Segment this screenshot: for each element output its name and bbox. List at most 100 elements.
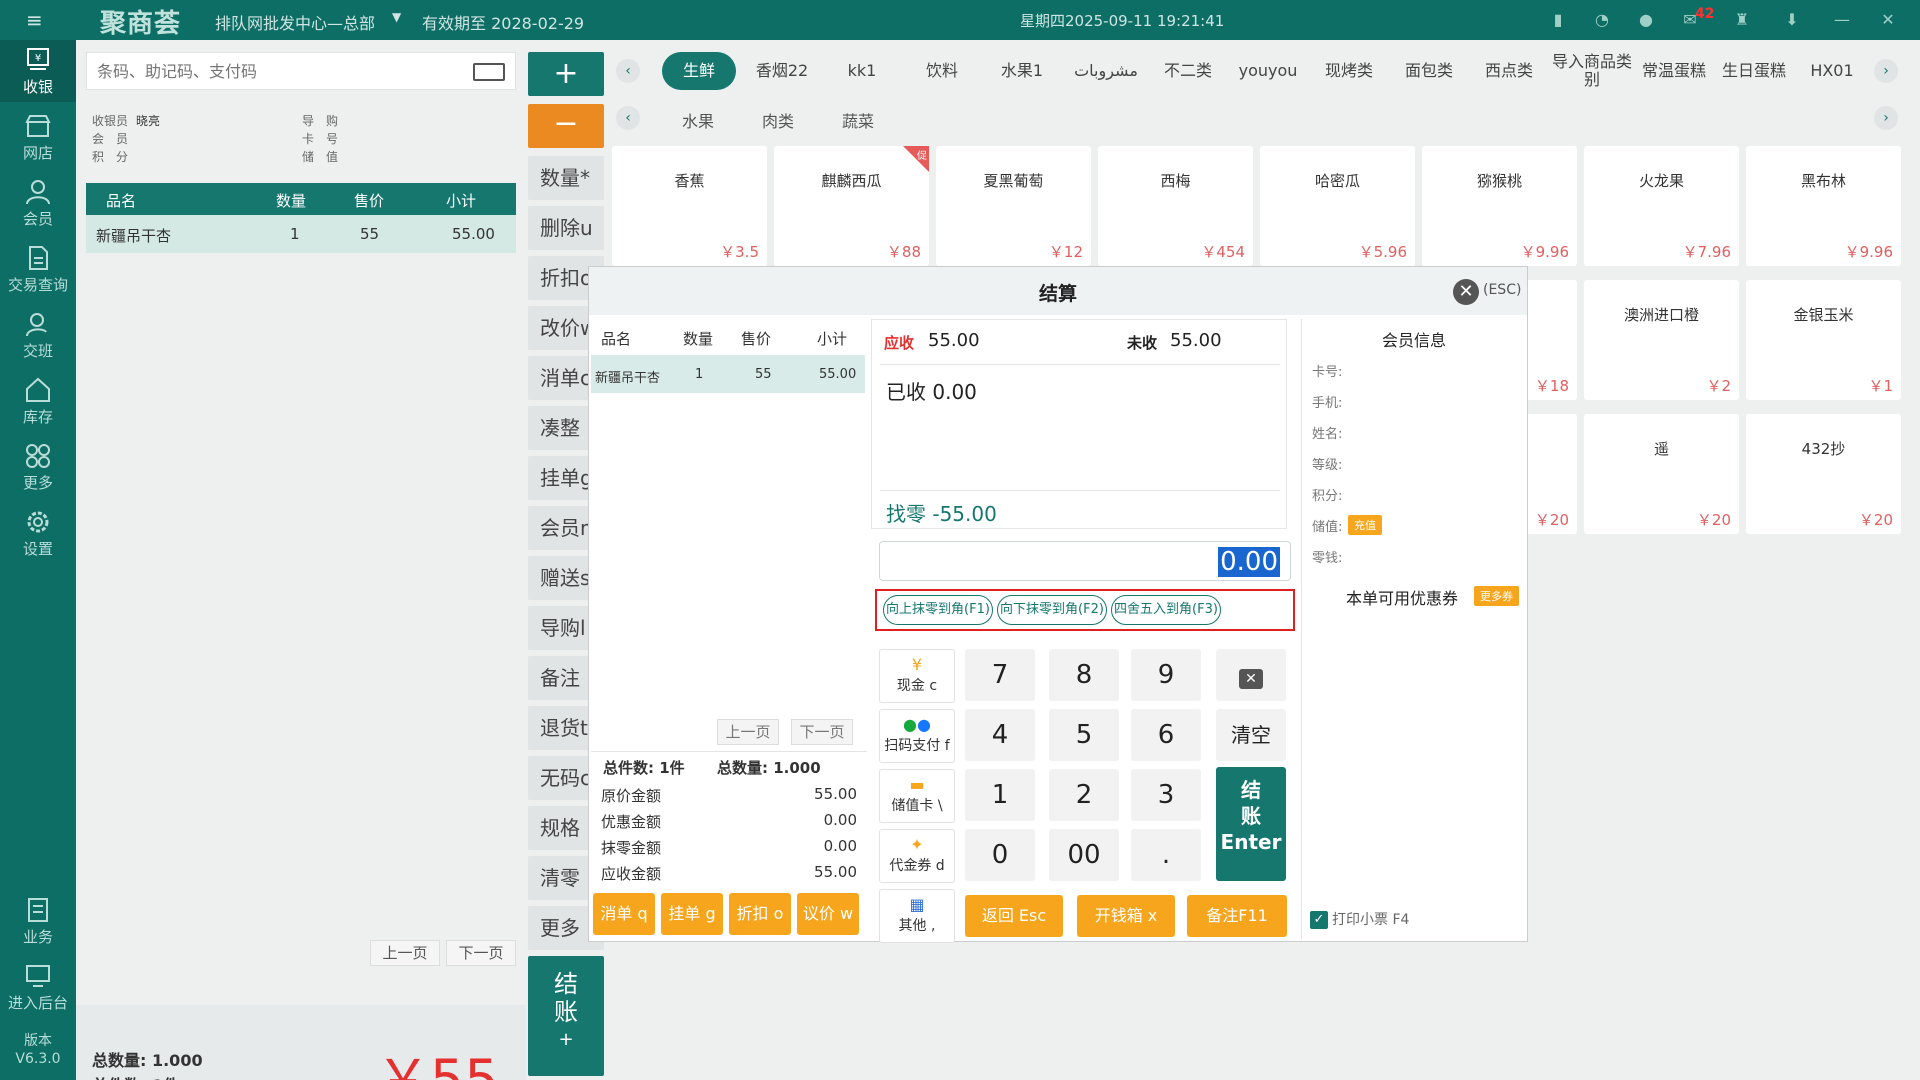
- key-5[interactable]: 5: [1049, 709, 1119, 761]
- category-tab[interactable]: 常温蛋糕: [1634, 52, 1714, 90]
- clear-button[interactable]: 清空: [1216, 709, 1286, 761]
- key-0[interactable]: 0: [965, 829, 1035, 881]
- remark-button[interactable]: 备注F11: [1187, 895, 1287, 937]
- subcategory-tab[interactable]: 肉类: [762, 108, 794, 132]
- product-card[interactable]: 哈密瓜 ￥5.96: [1260, 146, 1415, 266]
- product-card[interactable]: 黑布林 ￥9.96: [1746, 146, 1901, 266]
- recharge-button[interactable]: 充值: [1348, 515, 1382, 535]
- bargain-button[interactable]: 议价 w: [797, 893, 859, 935]
- sidebar-item-settings[interactable]: 设置: [0, 502, 76, 564]
- minimize-icon[interactable]: —: [1832, 10, 1852, 30]
- close-icon[interactable]: ✕: [1453, 279, 1479, 305]
- chevron-left-icon[interactable]: ‹: [616, 59, 640, 83]
- printer-icon[interactable]: ●: [1636, 10, 1656, 30]
- wifi-icon[interactable]: ◔: [1592, 10, 1612, 30]
- product-card[interactable]: 遥 ￥20: [1584, 414, 1739, 534]
- sidebar-item-business[interactable]: 业务: [0, 890, 76, 952]
- category-tab[interactable]: 现烤类: [1312, 52, 1386, 90]
- confirm-checkout-button[interactable]: 结 账 Enter: [1216, 767, 1286, 881]
- backspace-button[interactable]: ✕: [1216, 649, 1286, 701]
- table-row[interactable]: 新疆吊干杏 1 55 55.00: [86, 215, 516, 253]
- minus-button[interactable]: −: [528, 104, 604, 148]
- plus-button[interactable]: +: [528, 52, 604, 96]
- sidebar-item-member[interactable]: 会员: [0, 172, 76, 234]
- category-tab[interactable]: 饮料: [906, 52, 978, 90]
- hold-order-button[interactable]: 挂单 g: [661, 893, 723, 935]
- chevron-right-icon[interactable]: ›: [1874, 59, 1898, 83]
- category-tab[interactable]: 西点类: [1472, 52, 1546, 90]
- menu-icon[interactable]: ≡: [26, 9, 48, 31]
- qr-pay-button[interactable]: ●● 扫码支付 f: [879, 709, 955, 763]
- open-drawer-button[interactable]: 开钱箱 x: [1077, 895, 1175, 937]
- key-4[interactable]: 4: [965, 709, 1035, 761]
- category-tab[interactable]: kk1: [826, 52, 898, 90]
- keyboard-icon[interactable]: [473, 63, 505, 81]
- chevron-down-icon[interactable]: ▼: [392, 10, 401, 24]
- product-card[interactable]: 促麒麟西瓜 ￥88: [774, 146, 929, 266]
- category-tab[interactable]: 水果1: [986, 52, 1058, 90]
- dialog-prev-page[interactable]: 上一页: [717, 719, 779, 745]
- subcategory-tab[interactable]: 蔬菜: [842, 108, 874, 132]
- dialog-next-page[interactable]: 下一页: [791, 719, 853, 745]
- payment-amount-input[interactable]: 0.00: [879, 541, 1291, 581]
- key-7[interactable]: 7: [965, 649, 1035, 701]
- product-card[interactable]: 香蕉 ￥3.5: [612, 146, 767, 266]
- category-tab[interactable]: 导入商品类别: [1552, 52, 1632, 90]
- print-receipt-checkbox[interactable]: ✓ 打印小票 F4: [1310, 909, 1409, 929]
- category-tab[interactable]: HX01: [1796, 52, 1868, 90]
- shirt-icon[interactable]: ♜: [1732, 10, 1752, 30]
- round-down-button[interactable]: 向下抹零到角(F2): [997, 595, 1107, 625]
- product-card[interactable]: 猕猴桃 ￥9.96: [1422, 146, 1577, 266]
- sidebar-item-shift[interactable]: 交班: [0, 304, 76, 366]
- product-card[interactable]: 西梅 ￥454: [1098, 146, 1253, 266]
- key-8[interactable]: 8: [1049, 649, 1119, 701]
- sidebar-item-more[interactable]: 更多: [0, 436, 76, 498]
- cash-pay-button[interactable]: ¥ 现金 c: [879, 649, 955, 703]
- subcategory-tab[interactable]: 水果: [682, 108, 714, 132]
- key-00[interactable]: 00: [1049, 829, 1119, 881]
- key-2[interactable]: 2: [1049, 769, 1119, 821]
- key-dot[interactable]: .: [1131, 829, 1201, 881]
- sidebar-item-transactions[interactable]: 交易查询: [0, 238, 76, 300]
- sidebar-item-shop[interactable]: 网店: [0, 106, 76, 168]
- product-card[interactable]: 金银玉米 ￥1: [1746, 280, 1901, 400]
- checkout-button[interactable]: 结账 +: [528, 956, 604, 1076]
- chevron-right-icon[interactable]: ›: [1874, 106, 1898, 130]
- store-name[interactable]: 排队网批发中心—总部: [215, 10, 375, 34]
- category-tab[interactable]: 不二类: [1152, 52, 1224, 90]
- key-6[interactable]: 6: [1131, 709, 1201, 761]
- esc-hint[interactable]: (ESC): [1483, 282, 1521, 298]
- product-card[interactable]: 澳洲进口橙 ￥2: [1584, 280, 1739, 400]
- product-card[interactable]: 夏黑葡萄 ￥12: [936, 146, 1091, 266]
- op-button[interactable]: 删除u: [528, 206, 604, 250]
- category-tab[interactable]: 香烟22: [746, 52, 818, 90]
- product-card[interactable]: 432抄 ￥20: [1746, 414, 1901, 534]
- void-order-button[interactable]: 消单 q: [593, 893, 655, 935]
- round-nearest-button[interactable]: 四舍五入到角(F3): [1111, 595, 1221, 625]
- sidebar-item-cashier[interactable]: ¥ 收银: [0, 40, 76, 102]
- prev-page-button[interactable]: 上一页: [370, 940, 440, 966]
- other-pay-button[interactable]: ▦ 其他 ,: [879, 889, 955, 943]
- sidebar-item-backend[interactable]: 进入后台: [0, 956, 76, 1018]
- key-3[interactable]: 3: [1131, 769, 1201, 821]
- round-up-button[interactable]: 向上抹零到角(F1): [883, 595, 993, 625]
- discount-button[interactable]: 折扣 o: [729, 893, 791, 935]
- key-1[interactable]: 1: [965, 769, 1035, 821]
- category-tab[interactable]: 生鲜: [662, 52, 736, 90]
- product-card[interactable]: 火龙果 ￥7.96: [1584, 146, 1739, 266]
- search-input[interactable]: [87, 53, 467, 89]
- sidebar-item-inventory[interactable]: 库存: [0, 370, 76, 432]
- battery-icon[interactable]: ▮: [1548, 10, 1568, 30]
- key-9[interactable]: 9: [1131, 649, 1201, 701]
- chevron-left-icon[interactable]: ‹: [616, 106, 640, 130]
- more-coupons-button[interactable]: 更多券: [1474, 586, 1519, 606]
- voucher-button[interactable]: ✦ 代金券 d: [879, 829, 955, 883]
- op-button[interactable]: 数量*: [528, 156, 604, 200]
- next-page-button[interactable]: 下一页: [446, 940, 516, 966]
- back-button[interactable]: 返回 Esc: [965, 895, 1063, 937]
- category-tab[interactable]: 面包类: [1392, 52, 1466, 90]
- stored-card-button[interactable]: ▬ 储值卡 \: [879, 769, 955, 823]
- table-row[interactable]: 新疆吊干杏 1 55 55.00: [591, 355, 865, 393]
- category-tab[interactable]: youyou: [1228, 52, 1308, 90]
- close-icon[interactable]: ✕: [1878, 10, 1898, 30]
